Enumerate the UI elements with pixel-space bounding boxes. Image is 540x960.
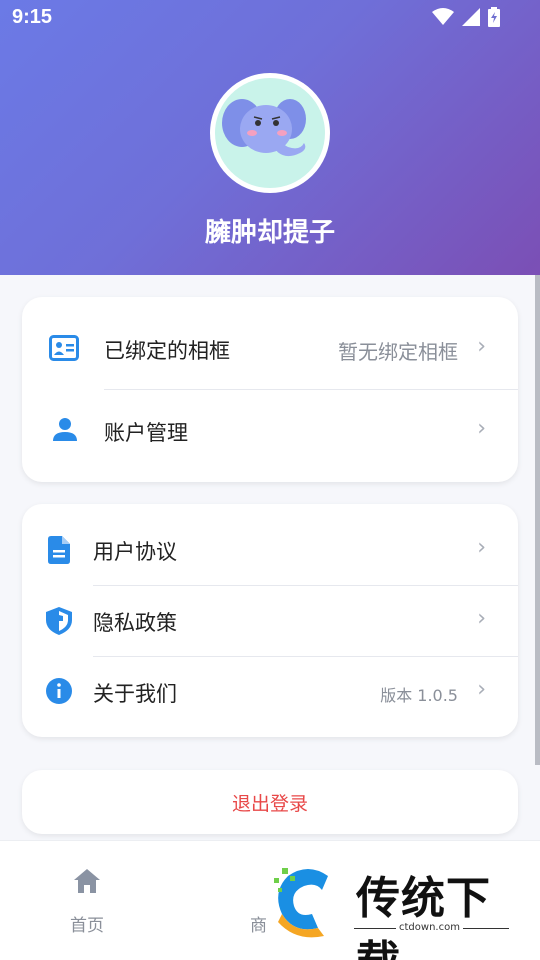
list-item-label: 关于我们 <box>93 682 177 706</box>
list-item-user-agreement[interactable]: 用户协议 › <box>22 520 518 580</box>
chevron-right-icon: › <box>477 535 486 560</box>
tab-label: 首页 <box>70 916 104 936</box>
list-item-label: 隐私政策 <box>93 611 177 635</box>
chevron-right-icon: › <box>477 416 486 441</box>
list-item-label: 已绑定的相框 <box>104 339 230 363</box>
info-icon <box>46 678 72 704</box>
list-item-bound-frames[interactable]: 已绑定的相框 暂无绑定相框 › <box>22 319 518 379</box>
binding-card: 已绑定的相框 暂无绑定相框 › 账户管理 › <box>22 297 518 482</box>
person-icon <box>52 417 78 443</box>
battery-icon <box>488 7 500 27</box>
chevron-right-icon: › <box>477 334 486 359</box>
list-item-about-us[interactable]: 关于我们 版本 1.0.5 › <box>22 662 518 722</box>
list-item-label: 用户协议 <box>93 540 177 564</box>
tab-label: 商 <box>250 916 267 936</box>
document-icon <box>48 536 70 564</box>
divider <box>104 389 518 390</box>
id-card-icon <box>49 335 79 361</box>
chevron-right-icon: › <box>477 677 486 702</box>
divider <box>93 656 518 657</box>
divider <box>93 585 518 586</box>
version-text: 版本 1.0.5 <box>380 686 458 705</box>
signal-icon <box>462 8 480 26</box>
username: 臃肿却提子 <box>204 218 335 248</box>
shield-icon <box>46 607 72 635</box>
logout-label: 退出登录 <box>231 792 308 815</box>
list-item-privacy-policy[interactable]: 隐私政策 › <box>22 591 518 651</box>
info-card: 用户协议 › 隐私政策 › 关于我们 版本 1.0.5 › <box>22 504 518 737</box>
watermark: 传统下载 ctdown.com <box>268 862 520 960</box>
watermark-url: ctdown.com <box>396 922 463 933</box>
scrollbar[interactable] <box>535 275 540 765</box>
status-time: 9:15 <box>12 6 53 28</box>
profile-header: 9:15 臃肿却提子 <box>0 0 540 275</box>
watermark-logo-icon <box>274 868 328 938</box>
list-item-label: 账户管理 <box>104 421 188 445</box>
watermark-text: 传统下载 <box>356 873 491 960</box>
chevron-right-icon: › <box>477 606 486 631</box>
list-item-value: 暂无绑定相框 <box>338 340 458 364</box>
status-bar: 9:15 <box>0 0 540 36</box>
tab-home[interactable]: 首页 <box>70 869 104 936</box>
tab-mall[interactable]: 商 <box>250 869 267 936</box>
home-icon <box>74 869 100 893</box>
logout-button[interactable]: 退出登录 <box>22 770 518 834</box>
avatar[interactable] <box>210 73 330 193</box>
wifi-icon <box>432 8 454 25</box>
elephant-avatar-icon <box>222 99 306 157</box>
list-item-account[interactable]: 账户管理 › <box>22 401 518 461</box>
